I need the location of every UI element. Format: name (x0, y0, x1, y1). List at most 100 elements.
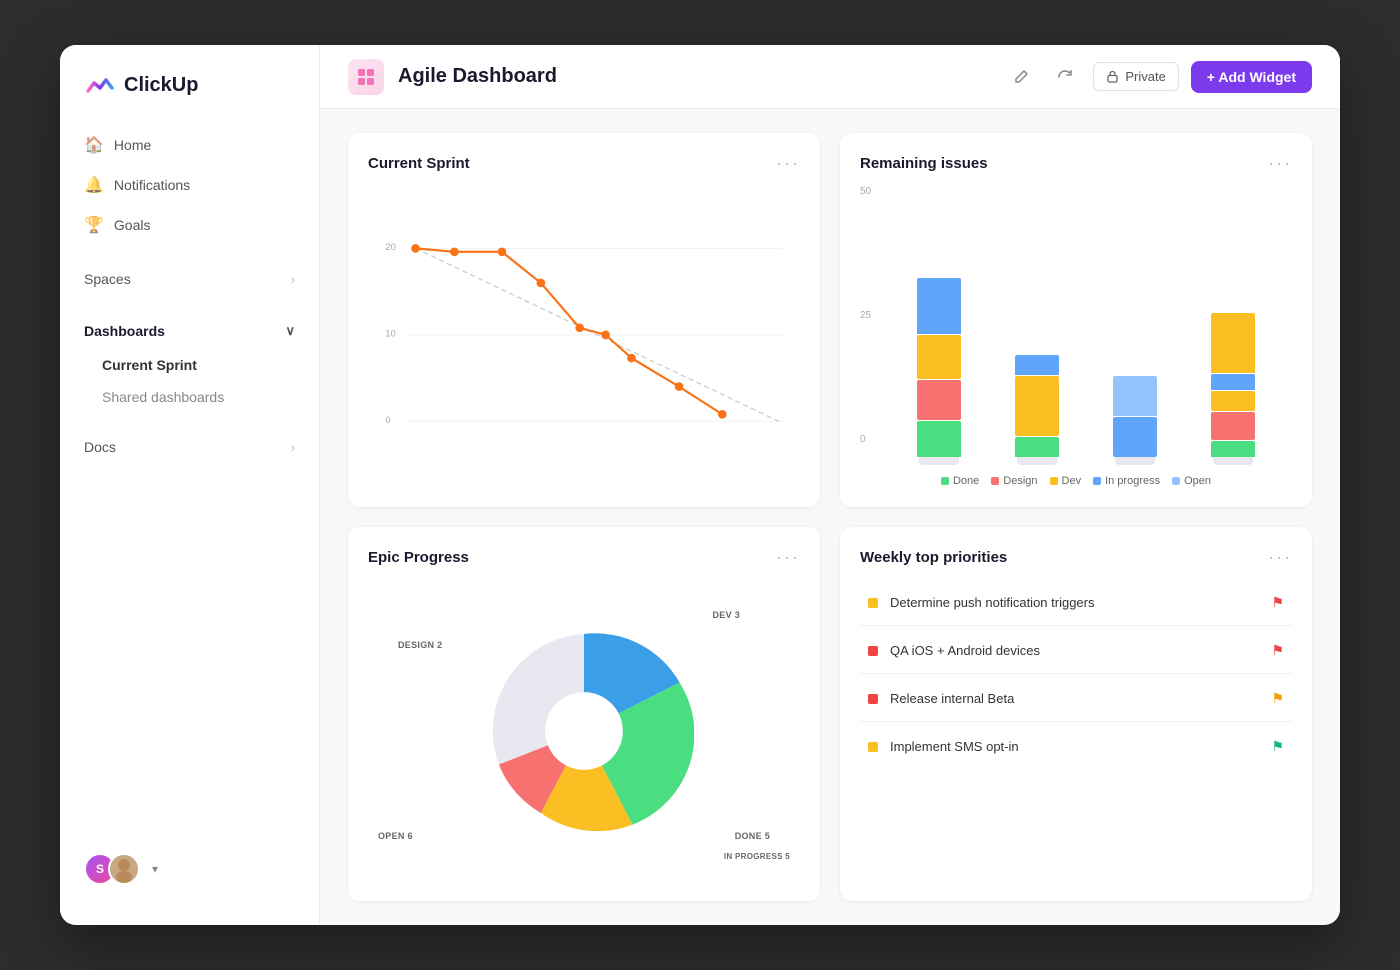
home-icon: 🏠 (84, 135, 104, 155)
y-label-0: 0 (860, 434, 871, 445)
sidebar-item-shared-dashboards[interactable]: Shared dashboards (60, 381, 319, 413)
sidebar-item-notifications[interactable]: 🔔 Notifications (60, 165, 319, 205)
priorities-menu[interactable]: ··· (1268, 547, 1292, 568)
pie-chart-area: DEV 3 DESIGN 2 DONE 5 OPEN 6 IN PROGRESS… (368, 580, 800, 881)
bar-design-1 (917, 380, 961, 420)
spaces-label: Spaces (84, 271, 131, 287)
top-bar-left: Agile Dashboard (348, 59, 557, 95)
priority-left-1: Determine push notification triggers (868, 595, 1095, 610)
widget-header-bar: Remaining issues ··· (860, 153, 1292, 174)
priority-flag-4: ⚑ (1271, 738, 1284, 755)
priority-left-3: Release internal Beta (868, 691, 1014, 706)
bar-dev-1 (917, 335, 961, 379)
pie-svg (474, 621, 694, 841)
add-widget-button[interactable]: + Add Widget (1191, 61, 1312, 93)
sidebar-section-spaces[interactable]: Spaces › (60, 261, 319, 297)
legend-inprogress: In progress (1093, 475, 1160, 487)
widget-header-pie: Epic Progress ··· (368, 547, 800, 568)
sidebar: ClickUp 🏠 Home 🔔 Notifications 🏆 Goals S… (60, 45, 320, 925)
widget-weekly-priorities: Weekly top priorities ··· Determine push… (840, 527, 1312, 901)
legend-dot-design (991, 477, 999, 485)
sidebar-section-dashboards[interactable]: Dashboards ∨ (60, 313, 319, 349)
priority-dot-4 (868, 742, 878, 752)
nav-divider-1 (60, 245, 319, 261)
bar-done-2 (1015, 437, 1059, 457)
dashboard-icon-box (348, 59, 384, 95)
priority-item-1: Determine push notification triggers ⚑ (860, 580, 1292, 626)
sidebar-item-home[interactable]: 🏠 Home (60, 125, 319, 165)
bar-inprogress-4 (1211, 374, 1255, 390)
widget-epic-progress: Epic Progress ··· DEV 3 DESIGN 2 DONE 5 … (348, 527, 820, 901)
bar-chart-menu[interactable]: ··· (1268, 153, 1292, 174)
priority-dot-2 (868, 646, 878, 656)
svg-text:10: 10 (385, 329, 396, 340)
bar-group-4 (1194, 313, 1272, 465)
bar-inprogress-2 (1015, 355, 1059, 375)
nav-divider-3 (60, 413, 319, 429)
priority-flag-1: ⚑ (1271, 594, 1284, 611)
bar-open-3 (1113, 376, 1157, 416)
bell-icon: 🔔 (84, 175, 104, 195)
grid-icon (356, 67, 376, 87)
widget-remaining-issues: Remaining issues ··· 50 25 0 (840, 133, 1312, 507)
bar-done-1 (917, 421, 961, 457)
burndown-chart: 20 10 0 (368, 186, 800, 487)
sidebar-item-goals-label: Goals (114, 217, 151, 233)
priority-text-2: QA iOS + Android devices (890, 643, 1040, 658)
sidebar-item-notifications-label: Notifications (114, 177, 190, 193)
dashboards-label: Dashboards (84, 323, 165, 339)
priority-left-2: QA iOS + Android devices (868, 643, 1040, 658)
chevron-right-icon: › (291, 272, 295, 287)
sidebar-item-goals[interactable]: 🏆 Goals (60, 205, 319, 245)
docs-label: Docs (84, 439, 116, 455)
bar-inprogress-1 (917, 278, 961, 334)
trophy-icon: 🏆 (84, 215, 104, 235)
bar-base-1 (919, 457, 959, 465)
sidebar-item-home-label: Home (114, 137, 151, 153)
bar-dev-2 (1015, 376, 1059, 436)
legend-dot-open (1172, 477, 1180, 485)
app-name: ClickUp (124, 74, 198, 97)
lock-icon (1106, 70, 1119, 83)
dashboard-grid: Current Sprint ··· 20 10 0 (320, 109, 1340, 925)
sidebar-bottom: S ▾ (60, 837, 319, 901)
bar-design-4 (1211, 412, 1255, 440)
bar-chart-legend: Done Design Dev In progress (860, 475, 1292, 487)
pie-chart-title: Epic Progress (368, 549, 469, 566)
pie-label-design: DESIGN 2 (398, 640, 442, 650)
nav-divider-2 (60, 297, 319, 313)
avatar-stack: S (84, 853, 140, 885)
legend-done: Done (941, 475, 979, 487)
priority-left-4: Implement SMS opt-in (868, 739, 1019, 754)
widget-header-priorities: Weekly top priorities ··· (860, 547, 1292, 568)
page-title: Agile Dashboard (398, 65, 557, 88)
clickup-logo-icon (84, 69, 116, 101)
burndown-menu[interactable]: ··· (776, 153, 800, 174)
legend-design: Design (991, 475, 1037, 487)
priority-list: Determine push notification triggers ⚑ Q… (860, 580, 1292, 881)
bar-chart-title: Remaining issues (860, 155, 988, 172)
priority-dot-1 (868, 598, 878, 608)
y-label-50: 50 (860, 186, 871, 197)
priority-dot-3 (868, 694, 878, 704)
chevron-right-icon-2: › (291, 440, 295, 455)
sidebar-item-current-sprint[interactable]: Current Sprint (60, 349, 319, 381)
priority-text-1: Determine push notification triggers (890, 595, 1095, 610)
priority-item-4: Implement SMS opt-in ⚑ (860, 724, 1292, 769)
private-button[interactable]: Private (1093, 62, 1178, 91)
legend-dev: Dev (1050, 475, 1082, 487)
sidebar-section-docs[interactable]: Docs › (60, 429, 319, 465)
private-label: Private (1125, 69, 1165, 84)
user-menu-chevron: ▾ (152, 862, 158, 876)
pencil-icon (1013, 69, 1029, 85)
refresh-icon (1057, 69, 1073, 85)
bar-group-1 (900, 278, 978, 465)
refresh-button[interactable] (1049, 61, 1081, 93)
pie-chart-menu[interactable]: ··· (776, 547, 800, 568)
bar-base-2 (1017, 457, 1057, 465)
legend-dot-inprogress (1093, 477, 1101, 485)
priority-flag-3: ⚑ (1271, 690, 1284, 707)
widget-current-sprint: Current Sprint ··· 20 10 0 (348, 133, 820, 507)
edit-button[interactable] (1005, 61, 1037, 93)
priority-item-2: QA iOS + Android devices ⚑ (860, 628, 1292, 674)
